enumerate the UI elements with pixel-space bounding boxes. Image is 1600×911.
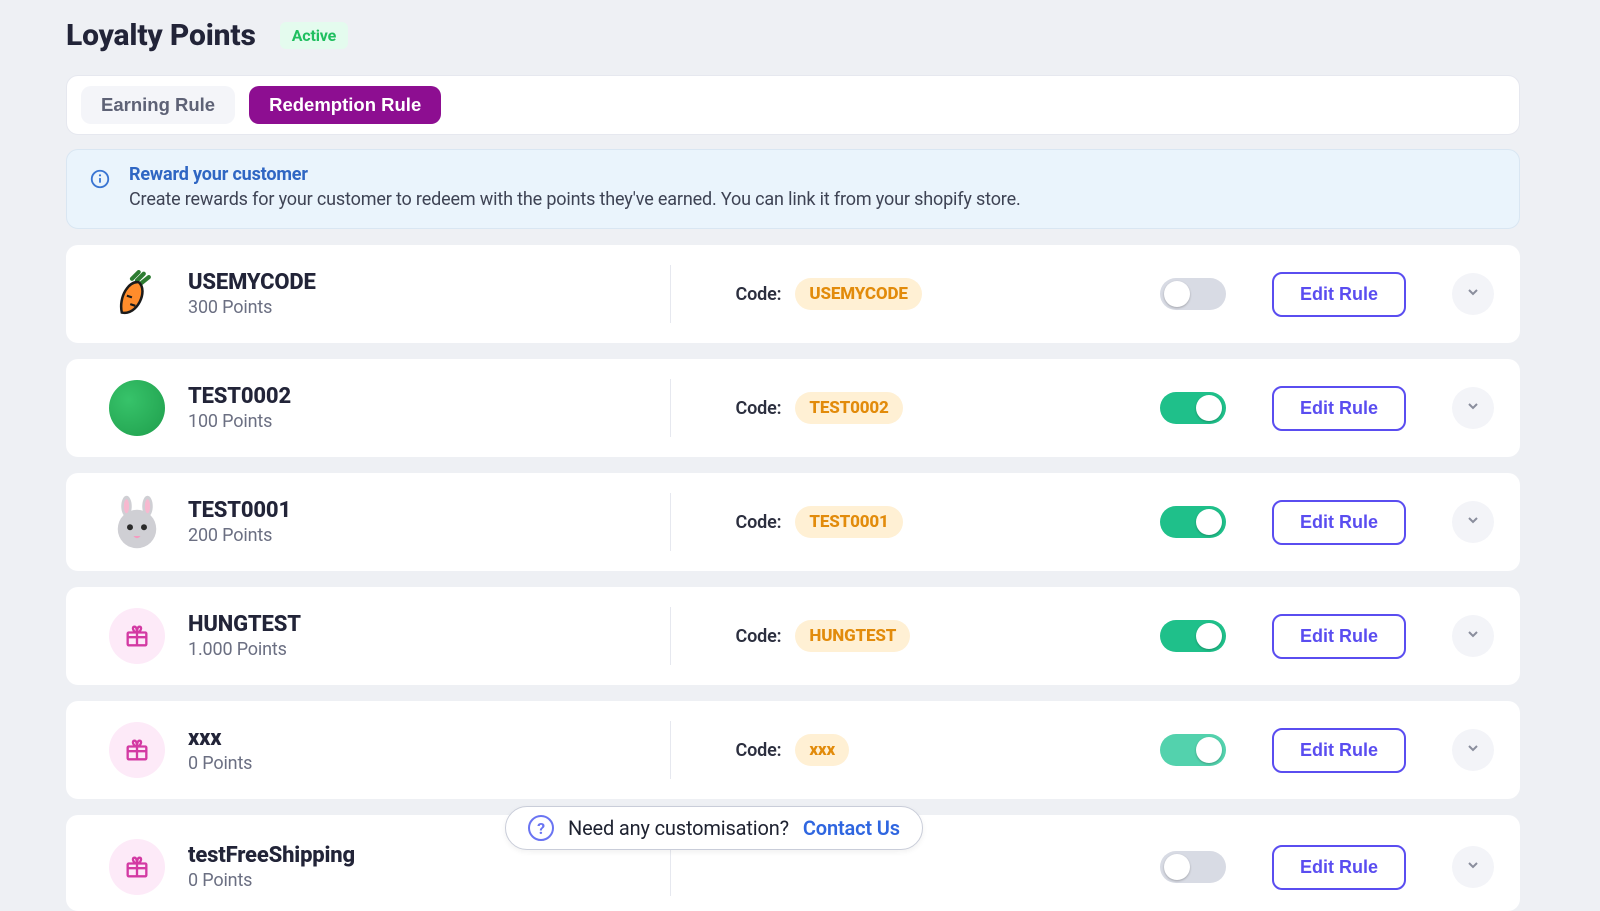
enable-toggle[interactable] — [1160, 851, 1226, 883]
gift-icon — [109, 839, 165, 895]
chevron-down-icon — [1465, 512, 1481, 532]
question-icon: ? — [528, 815, 554, 841]
rule-icon — [92, 608, 182, 664]
edit-rule-button[interactable]: Edit Rule — [1272, 845, 1406, 890]
rule-points: 0 Points — [188, 870, 670, 891]
enable-toggle[interactable] — [1160, 734, 1226, 766]
code-value: TEST0001 — [795, 506, 902, 538]
rule-points: 200 Points — [188, 525, 670, 546]
code-value: USEMYCODE — [795, 278, 921, 310]
expand-button[interactable] — [1452, 387, 1494, 429]
chevron-down-icon — [1465, 857, 1481, 877]
status-badge: Active — [280, 22, 348, 49]
enable-toggle[interactable] — [1160, 392, 1226, 424]
rule-card: USEMYCODE 300 Points Code: USEMYCODE Edi… — [66, 245, 1520, 343]
page-header: Loyalty Points Active — [66, 18, 1520, 53]
tab-earning-rule[interactable]: Earning Rule — [81, 86, 235, 124]
rule-card: TEST0002 100 Points Code: TEST0002 Edit … — [66, 359, 1520, 457]
bunny-icon — [109, 494, 165, 550]
gift-icon — [109, 722, 165, 778]
rule-name: TEST0001 — [188, 498, 670, 523]
rule-icon — [92, 722, 182, 778]
green-dot-icon — [109, 380, 165, 436]
customisation-pill: ? Need any customisation? Contact Us — [505, 806, 923, 850]
code-label: Code: — [735, 284, 781, 305]
code-value: HUNGTEST — [795, 620, 910, 652]
enable-toggle[interactable] — [1160, 506, 1226, 538]
edit-rule-button[interactable]: Edit Rule — [1272, 386, 1406, 431]
expand-button[interactable] — [1452, 273, 1494, 315]
expand-button[interactable] — [1452, 501, 1494, 543]
contact-us-link[interactable]: Contact Us — [803, 816, 900, 840]
rule-icon — [92, 494, 182, 550]
code-label: Code: — [735, 398, 781, 419]
enable-toggle[interactable] — [1160, 278, 1226, 310]
gift-icon — [109, 608, 165, 664]
expand-button[interactable] — [1452, 846, 1494, 888]
rule-points: 0 Points — [188, 753, 670, 774]
customisation-prompt: Need any customisation? — [568, 816, 789, 840]
expand-button[interactable] — [1452, 729, 1494, 771]
rule-name: xxx — [188, 726, 670, 751]
chevron-down-icon — [1465, 398, 1481, 418]
code-label: Code: — [735, 740, 781, 761]
edit-rule-button[interactable]: Edit Rule — [1272, 272, 1406, 317]
code-label: Code: — [735, 626, 781, 647]
rule-name: TEST0002 — [188, 384, 670, 409]
rule-card: xxx 0 Points Code: xxx Edit Rule — [66, 701, 1520, 799]
rule-icon — [92, 380, 182, 436]
rule-card: HUNGTEST 1.000 Points Code: HUNGTEST Edi… — [66, 587, 1520, 685]
code-value: xxx — [795, 734, 849, 766]
rule-icon — [92, 266, 182, 322]
tab-redemption-rule[interactable]: Redemption Rule — [249, 86, 441, 124]
chevron-down-icon — [1465, 626, 1481, 646]
rule-points: 100 Points — [188, 411, 670, 432]
enable-toggle[interactable] — [1160, 620, 1226, 652]
info-body: Create rewards for your customer to rede… — [129, 189, 1021, 210]
expand-button[interactable] — [1452, 615, 1494, 657]
chevron-down-icon — [1465, 740, 1481, 760]
page-title: Loyalty Points — [66, 18, 256, 53]
rule-points: 300 Points — [188, 297, 670, 318]
rule-name: HUNGTEST — [188, 612, 670, 637]
info-title: Reward your customer — [129, 164, 1021, 185]
carrot-icon — [109, 266, 165, 322]
rule-points: 1.000 Points — [188, 639, 670, 660]
info-banner: Reward your customer Create rewards for … — [66, 149, 1520, 229]
tab-bar: Earning Rule Redemption Rule — [66, 75, 1520, 135]
edit-rule-button[interactable]: Edit Rule — [1272, 614, 1406, 659]
rule-icon — [92, 839, 182, 895]
code-label: Code: — [735, 512, 781, 533]
rule-card: TEST0001 200 Points Code: TEST0001 Edit … — [66, 473, 1520, 571]
rule-name: USEMYCODE — [188, 270, 670, 295]
chevron-down-icon — [1465, 284, 1481, 304]
edit-rule-button[interactable]: Edit Rule — [1272, 500, 1406, 545]
edit-rule-button[interactable]: Edit Rule — [1272, 728, 1406, 773]
code-value: TEST0002 — [795, 392, 902, 424]
info-icon — [89, 168, 111, 190]
